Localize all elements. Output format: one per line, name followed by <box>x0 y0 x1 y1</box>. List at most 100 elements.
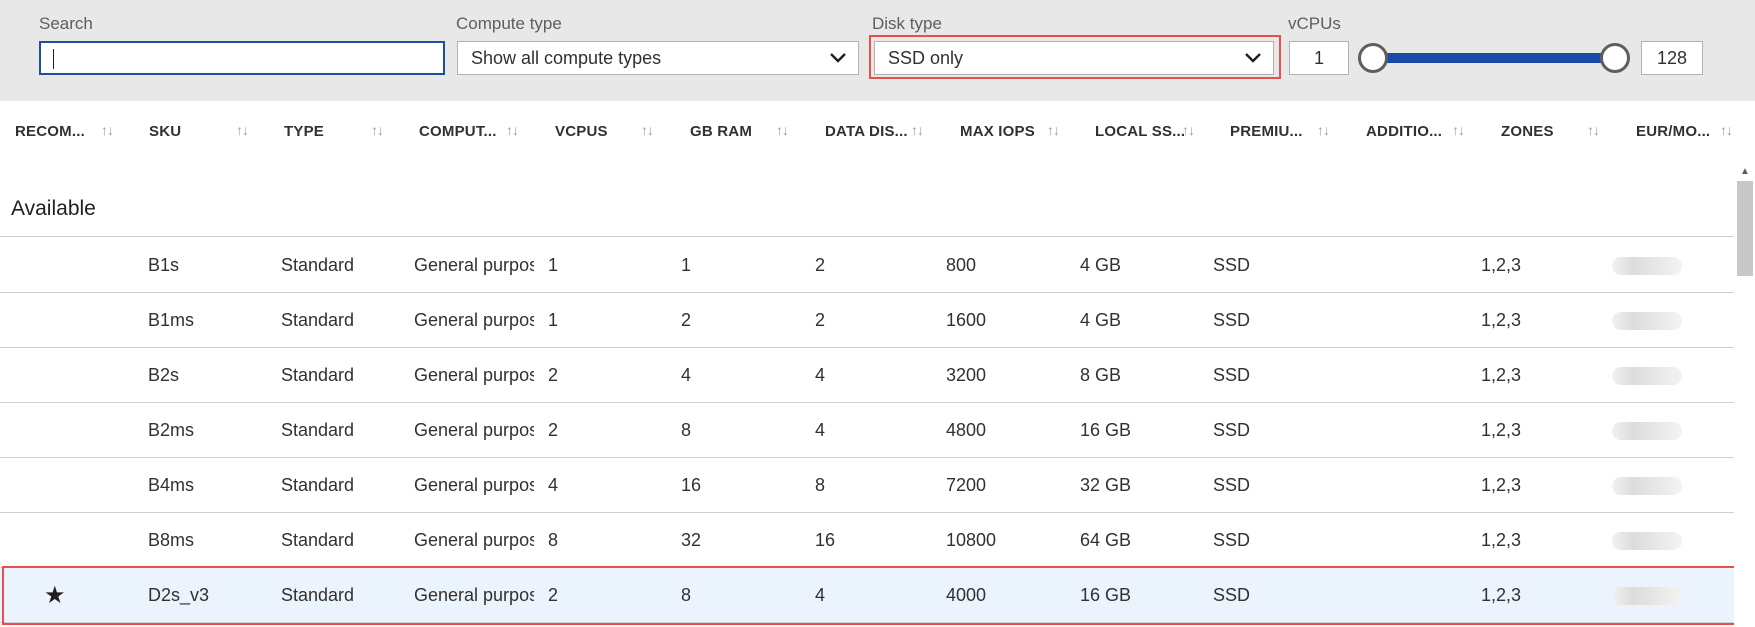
gb-ram-cell: 2 <box>681 310 692 330</box>
table-row[interactable]: B4ms Standard General purpose 4 16 8 7200 32 GB… <box>0 458 1734 513</box>
vcpus-cell: 2 <box>548 365 559 385</box>
zones-cell: 1,2,3 <box>1481 475 1522 495</box>
compute-type-label: Compute type <box>456 14 562 33</box>
local-ssd-cell: 4 GB <box>1080 255 1122 275</box>
compute-type-cell: General purpose <box>414 420 534 440</box>
sort-arrows-icon[interactable]: ↑↓ <box>1317 122 1330 138</box>
table-row[interactable]: B8ms Standard General purpose 8 32 16 10800 64 … <box>0 513 1734 568</box>
price-cell-blurred <box>1612 532 1682 550</box>
filter-bar: Search Compute type Show all compute typ… <box>0 0 1755 101</box>
type-cell: Standard <box>281 475 355 495</box>
sku-cell: B8ms <box>148 530 195 550</box>
sort-arrows-icon[interactable]: ↑↓ <box>776 122 789 138</box>
gb-ram-cell: 1 <box>681 255 692 275</box>
table-row[interactable]: B1ms Standard General purpose 1 2 2 1600 4 GB SS… <box>0 293 1734 348</box>
vcpus-min-value: 1 <box>1313 48 1324 68</box>
sort-arrows-icon[interactable]: ↑↓ <box>1587 122 1600 138</box>
sort-arrows-icon[interactable]: ↑↓ <box>1182 122 1195 138</box>
column-header[interactable]: LOCAL SS... <box>1095 123 1185 140</box>
vcpus-cell: 8 <box>548 530 559 550</box>
max-iops-cell: 1600 <box>946 310 987 330</box>
vcpus-cell: 1 <box>548 255 559 275</box>
sku-cell: B4ms <box>148 475 195 495</box>
premium-disk-cell: SSD <box>1213 475 1251 495</box>
vcpus-min-input[interactable]: 1 <box>1289 41 1349 75</box>
column-header[interactable]: GB RAM <box>690 123 752 140</box>
zones-cell: 1,2,3 <box>1481 420 1522 440</box>
column-header[interactable]: VCPUS <box>555 123 608 140</box>
sort-arrows-icon[interactable]: ↑↓ <box>1720 122 1733 138</box>
scrollbar-thumb[interactable] <box>1737 181 1753 276</box>
sort-arrows-icon[interactable]: ↑↓ <box>1047 122 1060 138</box>
max-iops-cell: 7200 <box>946 475 987 495</box>
vcpus-slider-min-handle[interactable] <box>1358 43 1388 73</box>
max-iops-cell: 10800 <box>946 530 997 550</box>
table-row[interactable]: B2ms Standard General purpose 2 8 4 4800 16 GB S… <box>0 403 1734 458</box>
selected-row-highlight <box>2 566 1737 625</box>
group-divider <box>0 236 1734 237</box>
sort-arrows-icon[interactable]: ↑↓ <box>641 122 654 138</box>
local-ssd-cell: 64 GB <box>1080 530 1132 550</box>
type-cell: Standard <box>281 255 355 275</box>
type-cell: Standard <box>281 365 355 385</box>
column-header[interactable]: ZONES <box>1501 123 1554 140</box>
vm-size-grid: Available B1s Standard General purpose 1 1 2 8… <box>0 159 1734 627</box>
sku-cell: B2s <box>148 365 180 385</box>
premium-disk-cell: SSD <box>1213 420 1251 440</box>
premium-disk-cell: SSD <box>1213 365 1251 385</box>
sort-arrows-icon[interactable]: ↑↓ <box>371 122 384 138</box>
vcpus-label: vCPUs <box>1288 14 1341 33</box>
max-iops-cell: 800 <box>946 255 977 275</box>
compute-type-value: Show all compute types <box>471 48 662 68</box>
sort-arrows-icon[interactable]: ↑↓ <box>1452 122 1465 138</box>
local-ssd-cell: 32 GB <box>1080 475 1132 495</box>
zones-cell: 1,2,3 <box>1481 530 1522 550</box>
vcpus-cell: 1 <box>548 310 559 330</box>
price-cell-blurred <box>1612 312 1682 330</box>
column-header[interactable]: TYPE <box>284 123 324 140</box>
sort-arrows-icon[interactable]: ↑↓ <box>236 122 249 138</box>
sku-cell: B2ms <box>148 420 195 440</box>
column-header[interactable]: DATA DIS... <box>825 123 908 140</box>
sort-arrows-icon[interactable]: ↑↓ <box>101 122 114 138</box>
compute-type-cell: General purpose <box>414 530 534 550</box>
sort-arrows-icon[interactable]: ↑↓ <box>506 122 519 138</box>
premium-disk-cell: SSD <box>1213 310 1251 330</box>
table-row[interactable]: B2s Standard General purpose 2 4 4 3200 8 GB SSD… <box>0 348 1734 403</box>
compute-type-select[interactable]: Show all compute types <box>457 41 859 75</box>
gb-ram-cell: 16 <box>681 475 702 495</box>
table-row[interactable]: B1s Standard General purpose 1 1 2 800 4 GB SSD 1… <box>0 238 1734 293</box>
column-header[interactable]: COMPUT... <box>419 123 497 140</box>
data-disks-cell: 4 <box>815 420 826 440</box>
vcpus-slider-max-handle[interactable] <box>1600 43 1630 73</box>
data-disks-cell: 8 <box>815 475 826 495</box>
premium-disk-cell: SSD <box>1213 255 1251 275</box>
price-cell-blurred <box>1612 257 1682 275</box>
scroll-up-arrow-icon[interactable]: ▲ <box>1740 166 1750 177</box>
vcpus-slider-track[interactable] <box>1372 53 1616 63</box>
sku-cell: B1s <box>148 255 180 275</box>
column-header[interactable]: EUR/MO... <box>1636 123 1710 140</box>
local-ssd-cell: 16 GB <box>1080 420 1132 440</box>
vcpus-max-input[interactable]: 128 <box>1641 41 1703 75</box>
column-header[interactable]: SKU <box>149 123 181 140</box>
data-disks-cell: 16 <box>815 530 836 550</box>
column-header[interactable]: RECOM... <box>15 123 85 140</box>
text-caret <box>53 49 54 69</box>
sort-arrows-icon[interactable]: ↑↓ <box>911 122 924 138</box>
price-cell-blurred <box>1612 477 1682 495</box>
zones-cell: 1,2,3 <box>1481 255 1522 275</box>
disk-type-highlight <box>869 35 1281 79</box>
column-header[interactable]: ADDITIO... <box>1366 123 1442 140</box>
vcpus-max-value: 128 <box>1656 48 1688 68</box>
disk-type-label: Disk type <box>872 14 942 33</box>
sku-cell: B1ms <box>148 310 195 330</box>
search-input[interactable] <box>39 41 445 75</box>
column-header[interactable]: PREMIU... <box>1230 123 1303 140</box>
column-header[interactable]: MAX IOPS <box>960 123 1035 140</box>
zones-cell: 1,2,3 <box>1481 365 1522 385</box>
vcpus-cell: 2 <box>548 420 559 440</box>
type-cell: Standard <box>281 420 355 440</box>
data-disks-cell: 2 <box>815 310 826 330</box>
gb-ram-cell: 32 <box>681 530 702 550</box>
